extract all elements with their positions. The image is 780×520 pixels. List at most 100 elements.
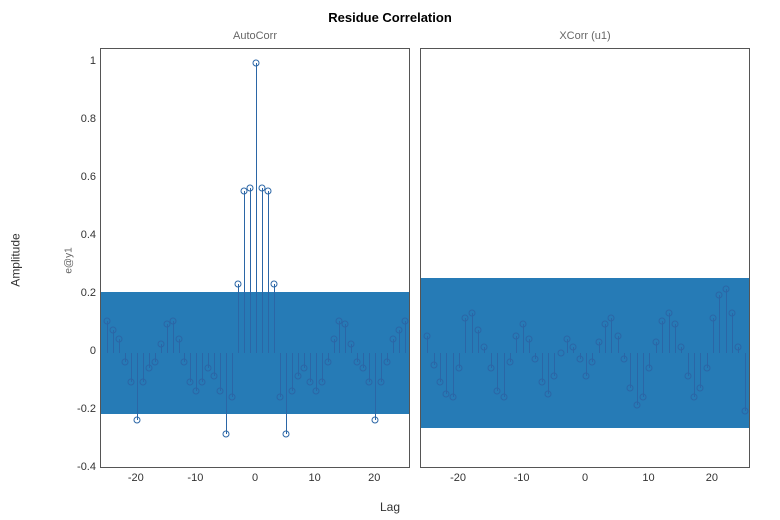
stem: [643, 353, 644, 396]
stem-marker: [462, 315, 469, 322]
stem-marker: [306, 379, 313, 386]
stem-marker: [684, 373, 691, 380]
stem-marker: [646, 364, 653, 371]
stem-marker: [157, 341, 164, 348]
stem-marker: [735, 344, 742, 351]
stem-marker: [264, 187, 271, 194]
stem-marker: [595, 338, 602, 345]
stem-marker: [366, 379, 373, 386]
stem: [274, 284, 275, 354]
stem: [405, 321, 406, 353]
x-tick: -10: [514, 472, 530, 484]
stem-marker: [396, 326, 403, 333]
stem: [226, 353, 227, 434]
x-axis-label-lag: Lag: [0, 500, 780, 514]
stem: [453, 353, 454, 396]
stem-marker: [133, 416, 140, 423]
stem-marker: [175, 335, 182, 342]
stem-marker: [519, 321, 526, 328]
stem-marker: [330, 335, 337, 342]
stem-marker: [294, 373, 301, 380]
stem-marker: [282, 431, 289, 438]
stem-marker: [193, 387, 200, 394]
stem-marker: [722, 286, 729, 293]
stem: [256, 63, 257, 353]
stem: [472, 313, 473, 354]
figure: Residue Correlation Amplitude e@y1 Lag A…: [0, 0, 780, 520]
y-tick: 0.6: [66, 171, 96, 183]
y-axis-label-amplitude: Amplitude: [8, 0, 24, 520]
stem-marker: [633, 402, 640, 409]
stem: [107, 321, 108, 353]
stem: [446, 353, 447, 394]
stem-marker: [121, 358, 128, 365]
x-tick: -10: [187, 472, 203, 484]
x-tick: 10: [642, 472, 654, 484]
stem-marker: [481, 344, 488, 351]
stem-marker: [437, 379, 444, 386]
stem-marker: [181, 358, 188, 365]
stem-marker: [205, 364, 212, 371]
stem-marker: [570, 344, 577, 351]
stem: [167, 324, 168, 353]
stem-marker: [494, 387, 501, 394]
stem-marker: [151, 358, 158, 365]
x-tick: 0: [252, 472, 258, 484]
stem: [375, 353, 376, 420]
stem-marker: [589, 358, 596, 365]
stem: [719, 295, 720, 353]
stem: [669, 313, 670, 354]
stem: [339, 321, 340, 353]
stem-marker: [145, 364, 152, 371]
stem-marker: [557, 350, 564, 357]
stem: [630, 353, 631, 388]
stem-marker: [741, 408, 748, 415]
stem-marker: [312, 387, 319, 394]
stem-marker: [532, 355, 539, 362]
stem-marker: [678, 344, 685, 351]
stem-marker: [360, 364, 367, 371]
y-axis-label-ey1: e@y1: [62, 0, 76, 520]
stem-marker: [690, 393, 697, 400]
stem: [262, 188, 263, 353]
figure-title: Residue Correlation: [0, 10, 780, 25]
stem: [137, 353, 138, 420]
stem: [694, 353, 695, 396]
stem-marker: [270, 280, 277, 287]
stem: [662, 321, 663, 353]
stem-marker: [487, 364, 494, 371]
stem-marker: [300, 364, 307, 371]
stem-marker: [139, 379, 146, 386]
stem-marker: [127, 379, 134, 386]
stem: [700, 353, 701, 388]
stem-marker: [169, 318, 176, 325]
stem-marker: [223, 431, 230, 438]
stem-marker: [199, 379, 206, 386]
stem-marker: [627, 384, 634, 391]
y-tick: 0.2: [66, 287, 96, 299]
x-tick: -20: [128, 472, 144, 484]
stem-marker: [506, 358, 513, 365]
stem-marker: [449, 393, 456, 400]
y-tick: -0.2: [66, 403, 96, 415]
stem: [637, 353, 638, 405]
x-tick: -20: [450, 472, 466, 484]
stem-marker: [608, 315, 615, 322]
stem-marker: [703, 364, 710, 371]
stem-marker: [709, 315, 716, 322]
stem-marker: [384, 358, 391, 365]
stem-marker: [229, 393, 236, 400]
stem-marker: [390, 335, 397, 342]
stem-marker: [456, 364, 463, 371]
stem-marker: [430, 361, 437, 368]
stem-marker: [697, 384, 704, 391]
stem-marker: [288, 387, 295, 394]
stem-marker: [211, 373, 218, 380]
stem-marker: [716, 292, 723, 299]
x-tick: 20: [368, 472, 380, 484]
stem-marker: [525, 335, 532, 342]
stem: [196, 353, 197, 391]
stem: [220, 353, 221, 391]
stem-marker: [576, 355, 583, 362]
y-tick: -0.4: [66, 461, 96, 473]
